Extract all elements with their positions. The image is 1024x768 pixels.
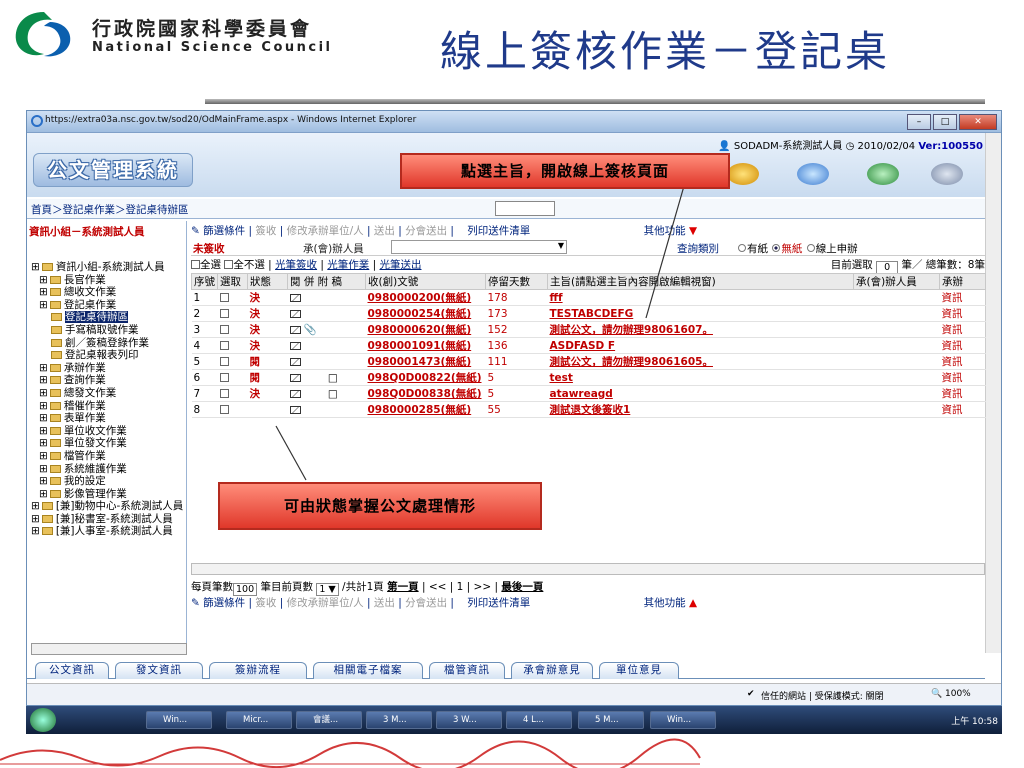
callout-bottom: 可由狀態掌握公文處理情形 (218, 482, 542, 530)
callout-bottom-line (275, 425, 307, 481)
decorative-border (0, 738, 701, 768)
callout-lines (275, 185, 685, 481)
callout-top: 點選主旨，開啟線上簽核頁面 (400, 153, 730, 189)
callout-top-line (645, 185, 685, 319)
